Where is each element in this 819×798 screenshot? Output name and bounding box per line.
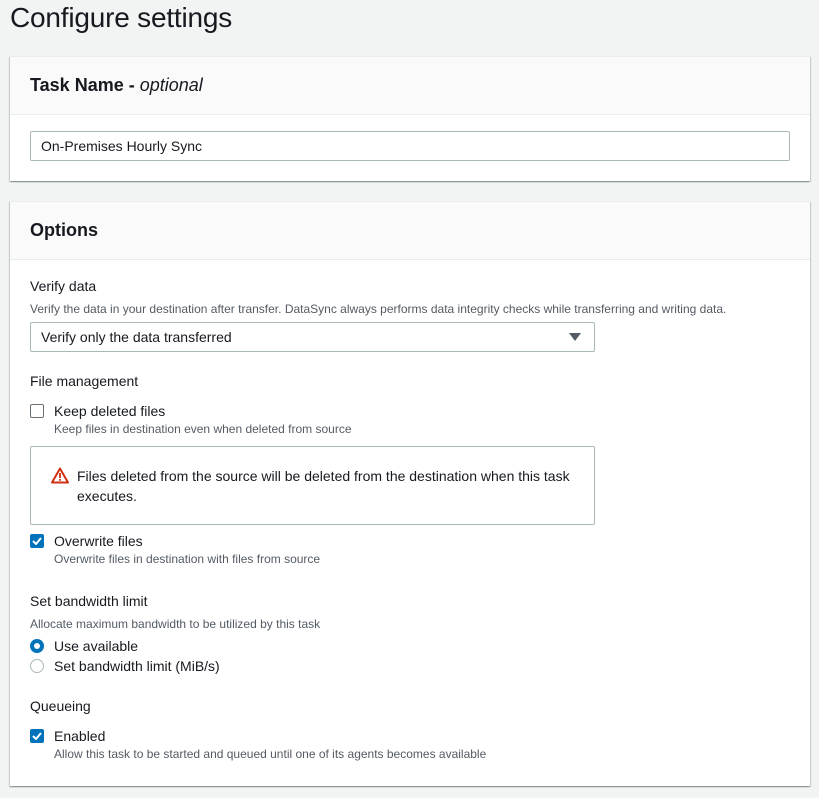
verify-data-select[interactable]: Verify only the data transferred (30, 322, 595, 352)
page-title: Configure settings (10, 2, 233, 33)
options-header: Options (10, 202, 810, 260)
overwrite-files-option[interactable]: Overwrite files (30, 533, 143, 549)
checkmark-icon (32, 732, 42, 740)
overwrite-files-checkbox[interactable] (30, 534, 44, 548)
queueing-enabled-option[interactable]: Enabled (30, 728, 105, 744)
task-name-header-label: Task Name - (30, 75, 135, 95)
bandwidth-limit-label: Set bandwidth limit (30, 593, 148, 609)
task-name-panel: Task Name - optional (10, 56, 810, 181)
deletion-warning-text: Files deleted from the source will be de… (77, 468, 570, 504)
keep-deleted-files-description: Keep files in destination even when dele… (54, 422, 352, 436)
keep-deleted-files-option[interactable]: Keep deleted files (30, 403, 165, 419)
file-management-label: File management (30, 373, 139, 389)
queueing-enabled-description: Allow this task to be started and queued… (54, 747, 487, 761)
keep-deleted-files-checkbox[interactable] (30, 404, 44, 418)
set-bandwidth-limit-label: Set bandwidth limit (MiB/s) (54, 658, 220, 674)
use-available-option[interactable]: Use available (30, 638, 138, 654)
verify-data-label: Verify data (30, 278, 97, 294)
caret-down-icon (569, 333, 581, 341)
use-available-label: Use available (54, 638, 139, 654)
set-bandwidth-limit-radio[interactable] (30, 659, 44, 673)
checkmark-icon (32, 537, 42, 545)
overwrite-files-label: Overwrite files (54, 533, 143, 549)
queueing-enabled-checkbox[interactable] (30, 729, 44, 743)
task-name-input[interactable] (30, 131, 790, 161)
task-name-header: Task Name - optional (10, 57, 810, 115)
queueing-label: Queueing (30, 698, 91, 714)
optional-label: optional (139, 75, 203, 95)
verify-data-selected-value: Verify only the data transferred (41, 329, 232, 345)
use-available-radio[interactable] (30, 639, 44, 653)
verify-data-description: Verify the data in your destination afte… (30, 302, 727, 316)
warning-icon (51, 467, 69, 489)
queueing-enabled-label: Enabled (54, 728, 106, 744)
bandwidth-limit-description: Allocate maximum bandwidth to be utilize… (30, 617, 321, 631)
set-bandwidth-limit-option[interactable]: Set bandwidth limit (MiB/s) (30, 658, 220, 674)
keep-deleted-files-label: Keep deleted files (54, 403, 166, 419)
options-panel: Options Verify data Verify the data in y… (10, 201, 810, 786)
overwrite-files-description: Overwrite files in destination with file… (54, 552, 321, 566)
options-header-label: Options (30, 220, 98, 240)
deletion-warning-alert: Files deleted from the source will be de… (30, 446, 595, 525)
